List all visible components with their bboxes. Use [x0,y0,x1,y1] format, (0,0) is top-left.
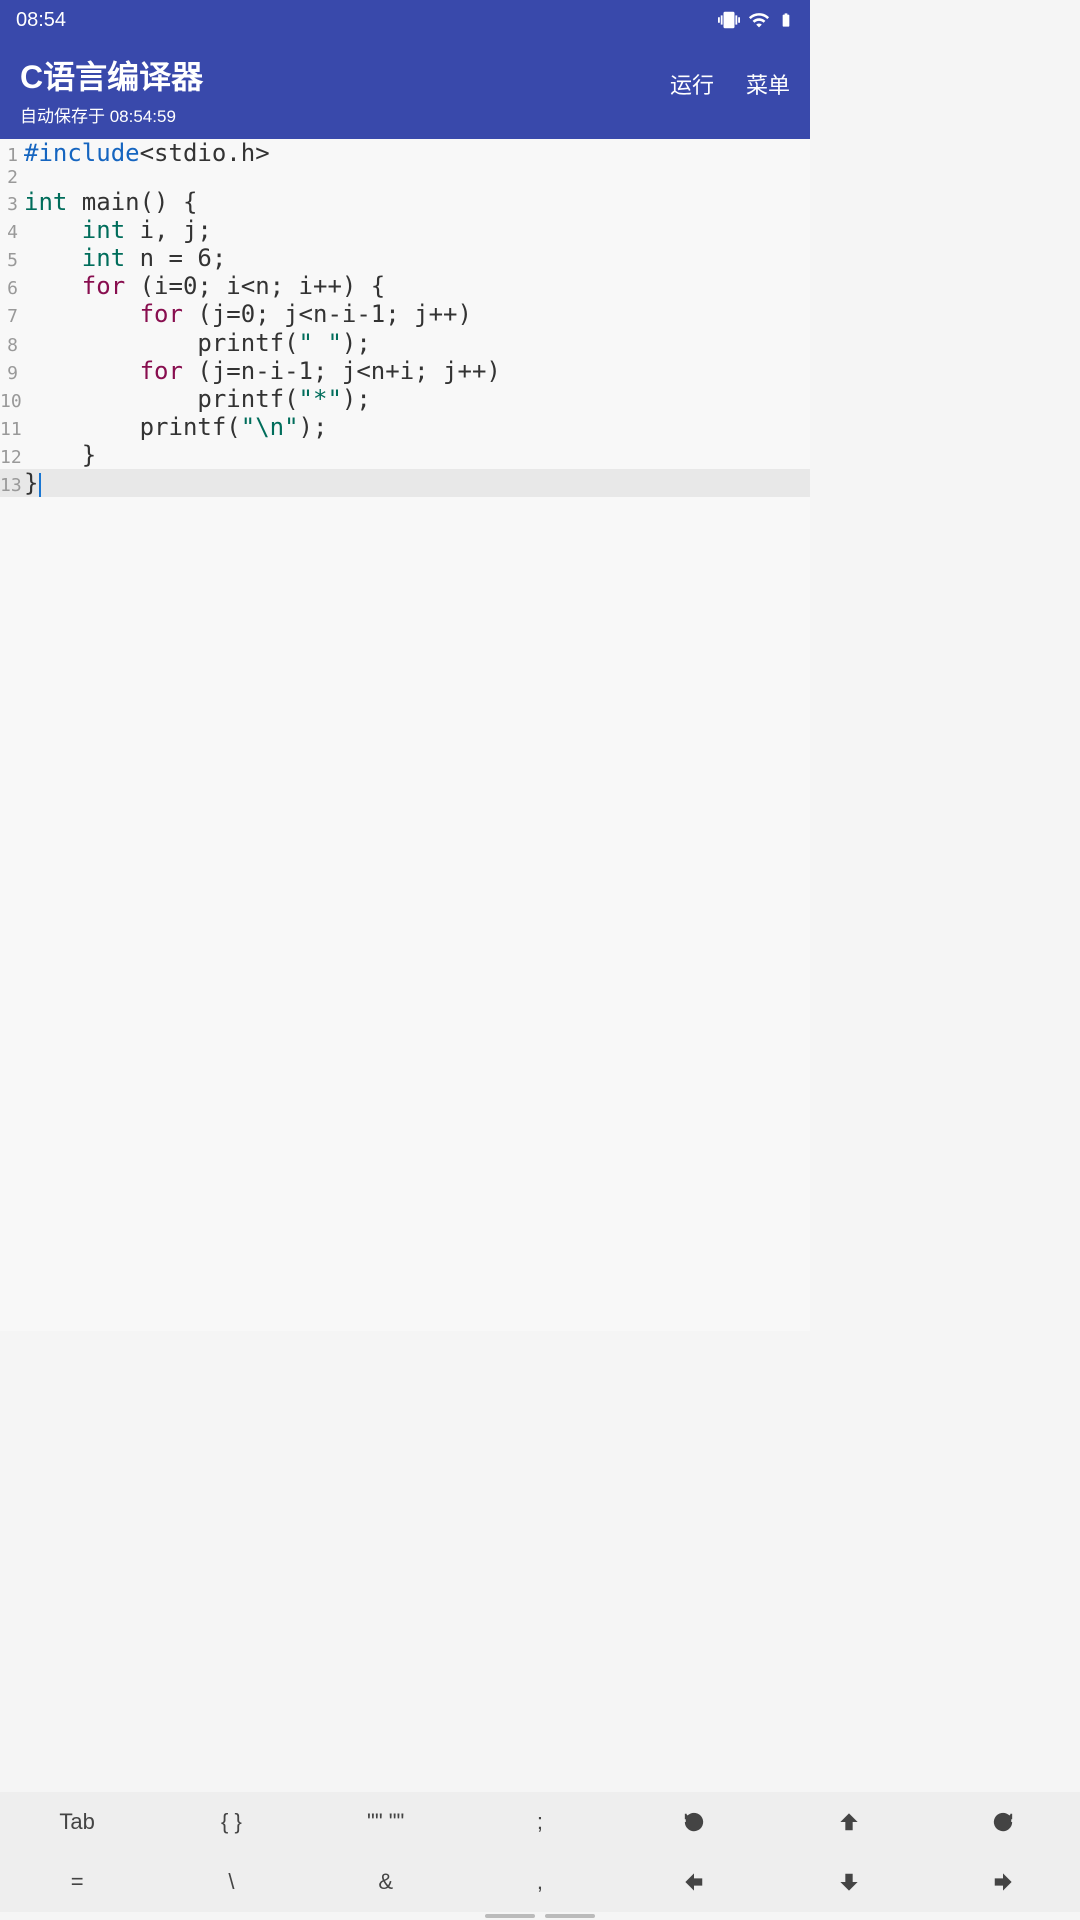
line-number: 9 [0,363,24,384]
code-content[interactable]: printf(" "); [24,329,810,357]
code-line[interactable]: 6 for (i=0; i<n; i++) { [0,272,810,300]
wifi-icon [748,9,770,31]
line-number: 7 [0,306,24,327]
code-content[interactable]: } [24,441,810,469]
status-time: 08:54 [16,9,66,32]
line-number: 4 [0,222,24,243]
code-line[interactable]: 2 [0,167,810,188]
code-line[interactable]: 10 printf("*"); [0,385,810,413]
vibrate-icon [718,9,740,31]
key-[interactable]: , [463,1852,617,1912]
redo-icon[interactable] [926,1792,1080,1852]
key-[interactable]: = [0,1852,154,1912]
code-line[interactable]: 5 int n = 6; [0,244,810,272]
code-content[interactable]: #include<stdio.h> [24,139,810,167]
menu-button[interactable]: 菜单 [746,68,790,100]
app-title-group: C语言编译器 自动保存于 08:54:59 [20,52,203,127]
code-content[interactable]: int i, j; [24,216,810,244]
code-content[interactable]: printf("\n"); [24,413,810,441]
code-line[interactable]: 13} [0,469,810,497]
code-line[interactable]: 8 printf(" "); [0,329,810,357]
line-number: 1 [0,145,24,166]
code-line[interactable]: 12 } [0,441,810,469]
line-number: 10 [0,391,24,412]
autosave-status: 自动保存于 08:54:59 [20,102,203,127]
key-[interactable]: { } [154,1792,308,1852]
line-number: 12 [0,447,24,468]
status-bar: 08:54 [0,0,810,40]
line-number: 13 [0,475,24,496]
app-actions: 运行 菜单 [670,52,790,100]
code-line[interactable]: 1#include<stdio.h> [0,139,810,167]
app-title: C语言编译器 [20,52,203,98]
line-number: 8 [0,335,24,356]
line-number: 3 [0,194,24,215]
code-content[interactable]: for (j=0; j<n-i-1; j++) [24,300,810,328]
line-number: 5 [0,250,24,271]
undo-icon[interactable] [617,1792,771,1852]
line-number: 11 [0,419,24,440]
code-content[interactable]: int n = 6; [24,244,810,272]
text-cursor [39,473,41,497]
code-line[interactable]: 3int main() { [0,188,810,216]
key-[interactable]: ; [463,1792,617,1852]
run-button[interactable]: 运行 [670,68,714,100]
status-icons [718,9,794,31]
app-bar: C语言编译器 自动保存于 08:54:59 运行 菜单 [0,40,810,139]
battery-icon [778,9,794,31]
arrow-up-icon[interactable] [771,1792,925,1852]
nav-pill [545,1914,595,1918]
arrow-down-icon[interactable] [771,1852,925,1912]
code-content[interactable]: for (j=n-i-1; j<n+i; j++) [24,357,810,385]
code-editor[interactable]: 1#include<stdio.h>23int main() {4 int i,… [0,139,810,1331]
key-[interactable]: "" "" [309,1792,463,1852]
code-content[interactable]: printf("*"); [24,385,810,413]
line-number: 6 [0,278,24,299]
code-line[interactable]: 11 printf("\n"); [0,413,810,441]
key-tab[interactable]: Tab [0,1792,154,1852]
code-line[interactable]: 9 for (j=n-i-1; j<n+i; j++) [0,357,810,385]
nav-indicator [485,1914,595,1918]
line-number: 2 [0,167,24,188]
code-line[interactable]: 7 for (j=0; j<n-i-1; j++) [0,300,810,328]
code-line[interactable]: 4 int i, j; [0,216,810,244]
arrow-left-icon[interactable] [617,1852,771,1912]
code-content[interactable]: } [24,469,810,497]
code-content[interactable]: int main() { [24,188,810,216]
key-[interactable]: & [309,1852,463,1912]
arrow-right-icon[interactable] [926,1852,1080,1912]
key-[interactable]: \ [154,1852,308,1912]
code-content[interactable]: for (i=0; i<n; i++) { [24,272,810,300]
nav-pill [485,1914,535,1918]
keyboard-bar: Tab{ }"" ""; =\&, [0,1792,1080,1912]
